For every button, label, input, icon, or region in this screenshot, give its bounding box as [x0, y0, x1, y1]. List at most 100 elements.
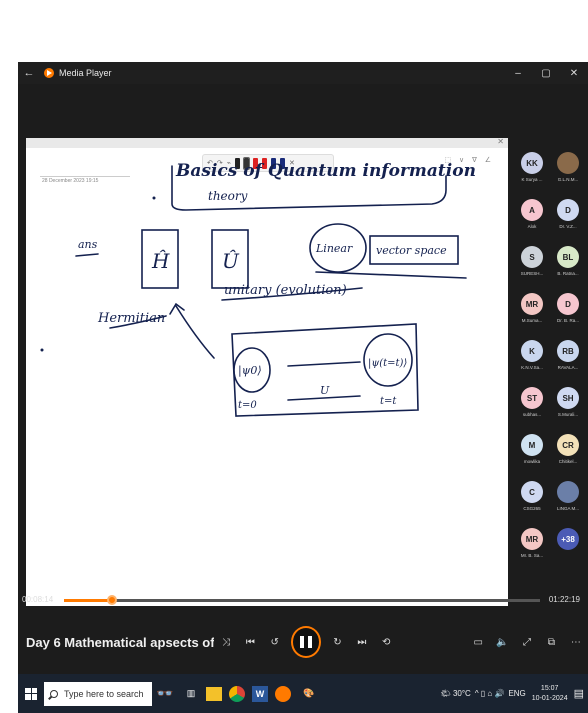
note-t0: t=0: [238, 400, 257, 411]
participant-avatar: C: [521, 481, 543, 503]
participant-avatar: +38: [557, 528, 579, 550]
participant-tile[interactable]: KK K Surya ...: [514, 152, 550, 198]
note-title-line2: theory: [208, 189, 248, 203]
elapsed-time: 00:08:14: [22, 595, 54, 604]
participant-photo: [557, 481, 579, 503]
media-player-taskbar-icon[interactable]: [272, 683, 294, 705]
miniplayer-button[interactable]: ⧉: [539, 637, 563, 648]
note-vector-space: vector space: [376, 244, 447, 257]
note-hermitian: Hermitian: [97, 311, 165, 326]
participant-name: SURESH...: [520, 271, 544, 276]
underline-linear: [315, 271, 467, 279]
note-linear: Linear: [315, 242, 353, 255]
participant-name: B. Ratna...: [557, 271, 579, 276]
participant-tile[interactable]: G.L.N.M...: [550, 152, 586, 198]
participant-tile[interactable]: MR Mr. B. Sa...: [514, 528, 550, 574]
note-psit: |ψ(t=t)⟩: [368, 358, 407, 369]
participant-name: Chitikel...: [558, 459, 578, 464]
minimize-button[interactable]: –: [504, 68, 532, 79]
participant-tile[interactable]: SH S.Murali...: [550, 387, 586, 433]
participant-name: S.Murali...: [557, 412, 579, 417]
volume-button[interactable]: 🔈: [490, 637, 514, 648]
notifications-icon[interactable]: ▤: [574, 687, 584, 700]
start-button[interactable]: [18, 687, 44, 700]
participant-avatar: A: [521, 199, 543, 221]
participant-name: Dr. B. Ra...: [556, 318, 579, 323]
participant-tile[interactable]: MR M.Suma...: [514, 293, 550, 339]
taskbar-search-box[interactable]: Type here to search: [44, 681, 152, 706]
back-button[interactable]: ←: [18, 67, 40, 79]
media-player-icon: [44, 68, 54, 78]
participant-name: LINGA M...: [556, 506, 579, 511]
rewind-button[interactable]: ↺: [263, 637, 287, 648]
participant-name: Dr. V.Z...: [559, 224, 577, 229]
chrome-icon[interactable]: [226, 683, 248, 705]
participant-tile[interactable]: RB RAVALA...: [550, 340, 586, 386]
media-player-window: ← Media Player – ▢ ✕ ✕ ↶ ↷ ⌁ ✕ ⬚ ∨ ∇ ∠ 2…: [18, 62, 588, 713]
subtitles-button[interactable]: ▭: [466, 637, 490, 648]
windows-logo-icon: [25, 687, 37, 700]
evolution-arrow-top: [287, 361, 361, 367]
video-title: Day 6 Mathematical apsects of Q...: [26, 634, 214, 650]
clock[interactable]: 15:07 10-01-2024: [532, 684, 568, 704]
pause-button[interactable]: [290, 626, 322, 658]
tray-icons[interactable]: ^ ▯ ⌂ 🔊: [475, 689, 505, 698]
forward-button[interactable]: ↻: [325, 637, 349, 648]
repeat-button[interactable]: ⟲: [374, 637, 398, 648]
participant-name: RAVALA...: [557, 365, 579, 370]
participant-tile[interactable]: K K.N.V.Sa...: [514, 340, 550, 386]
search-icon: [50, 689, 58, 698]
fullscreen-button[interactable]: ⤢: [515, 637, 539, 648]
participant-name: Alok: [527, 224, 537, 229]
participant-tile[interactable]: C CSG265: [514, 481, 550, 527]
seek-thumb[interactable]: [106, 595, 117, 605]
participant-avatar: D: [557, 293, 579, 315]
participant-tile[interactable]: +38: [550, 528, 586, 574]
widget-icon[interactable]: 👓: [154, 683, 176, 705]
weather-temp: 30°C: [452, 689, 471, 698]
participant-name: M.Suma...: [521, 318, 543, 323]
participant-avatar: K: [521, 340, 543, 362]
participant-avatar: MR: [521, 528, 543, 550]
ans-underline: [75, 253, 99, 257]
participant-tile[interactable]: S SURESH...: [514, 246, 550, 292]
participant-tile[interactable]: CR Chitikel...: [550, 434, 586, 480]
participant-tile[interactable]: D Dr. V.Z...: [550, 199, 586, 245]
participant-avatar: BL: [557, 246, 579, 268]
participant-avatar: ST: [521, 387, 543, 409]
participant-avatar: M: [521, 434, 543, 456]
close-button[interactable]: ✕: [560, 68, 588, 79]
seek-bar[interactable]: 00:08:14 01:22:19: [18, 590, 588, 610]
note-unitary: unitary (evolution): [224, 283, 347, 298]
participant-avatar: S: [521, 246, 543, 268]
seek-track[interactable]: [64, 595, 540, 605]
handwritten-notes: Basics of Quantum information theory ans…: [40, 161, 476, 417]
participant-name: mowlika: [523, 459, 541, 464]
participant-tile[interactable]: BL B. Ratna...: [550, 246, 586, 292]
next-button[interactable]: ⏭: [350, 637, 374, 648]
more-options-button[interactable]: ⋯: [564, 637, 588, 648]
language-indicator[interactable]: ENG: [508, 689, 525, 698]
participant-tile[interactable]: Mmowlika: [514, 434, 550, 480]
weather-widget[interactable]: 🌤 30°C: [441, 689, 471, 698]
window-controls: – ▢ ✕: [504, 68, 588, 79]
word-icon[interactable]: W: [252, 685, 268, 702]
task-view-icon[interactable]: ▥: [180, 683, 202, 705]
shuffle-button[interactable]: ⤨: [214, 637, 238, 648]
paint-icon[interactable]: 🎨: [298, 683, 320, 705]
previous-button[interactable]: ⏮: [238, 637, 262, 648]
participant-tile[interactable]: D Dr. B. Ra...: [550, 293, 586, 339]
note-title-line1: Basics of Quantum information: [175, 161, 476, 181]
total-time: 01:22:19: [548, 595, 580, 604]
participant-name: G.L.N.M...: [557, 177, 579, 182]
bullet-2: [40, 348, 44, 352]
participant-avatar: KK: [521, 152, 543, 174]
participant-tile[interactable]: A Alok: [514, 199, 550, 245]
participants-panel: KK K Surya ... G.L.N.M... A Alok D Dr. V.Z... S…: [514, 152, 588, 612]
participant-tile[interactable]: ST subhas...: [514, 387, 550, 433]
video-frame-whiteboard[interactable]: ✕ ↶ ↷ ⌁ ✕ ⬚ ∨ ∇ ∠ 28 December 2023 19:15: [26, 137, 508, 606]
maximize-button[interactable]: ▢: [532, 68, 560, 79]
file-explorer-icon[interactable]: [206, 686, 222, 701]
windows-taskbar: Type here to search 👓 ▥ W 🎨 🌤 30°C ^ ▯ ⌂…: [18, 674, 588, 713]
participant-tile[interactable]: LINGA M...: [550, 481, 586, 527]
